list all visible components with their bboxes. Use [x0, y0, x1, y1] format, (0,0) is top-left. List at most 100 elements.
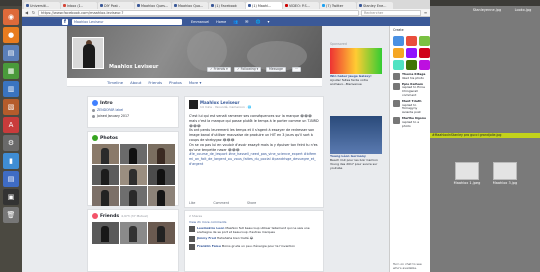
browser-search-input[interactable]: Rechercher	[361, 9, 421, 16]
photo-thumbnail[interactable]	[120, 144, 147, 164]
friend-requests-icon[interactable]: 👥	[233, 19, 238, 24]
photo-thumbnail[interactable]	[148, 144, 175, 164]
more-options-button[interactable]: ···	[292, 67, 302, 72]
browser-tab[interactable]: (7) Twitter	[320, 2, 356, 9]
browser-tab[interactable]: (1) Facebook	[209, 2, 245, 9]
favicon-icon	[248, 4, 251, 7]
share-button[interactable]: Share	[247, 201, 256, 205]
back-icon[interactable]: ◀	[24, 10, 29, 15]
browser-tab[interactable]: Maahlox Ques...	[135, 2, 171, 9]
settings-icon[interactable]: ⚙	[3, 135, 19, 151]
message-button[interactable]: Message	[266, 67, 286, 72]
settings-icon[interactable]: ▾	[268, 19, 270, 24]
facebook-logo-icon[interactable]: f	[62, 18, 68, 25]
app-shortcut-icon[interactable]	[419, 36, 430, 46]
ubuntu-dash-icon[interactable]: ◉	[3, 9, 19, 25]
ad-text[interactable]: Win haber jauge Galaxy! Ajouter faites fa…	[330, 74, 385, 86]
notification-item[interactable]: Epie Kalham replied to Ernie Chingwrall …	[390, 82, 430, 99]
app-icon[interactable]: ▤	[3, 171, 19, 187]
photo-thumbnail[interactable]	[120, 165, 147, 185]
ad-image[interactable]	[330, 116, 382, 155]
notification-item[interactable]: Marthe Ngono replied to a photo	[390, 116, 430, 129]
trash-icon[interactable]: 🗑	[3, 207, 19, 223]
app-shortcut-icon[interactable]	[406, 60, 417, 70]
tab-friends[interactable]: Friends	[148, 80, 162, 85]
facebook-user-link[interactable]: Emmanuel	[191, 20, 209, 24]
browser-tab[interactable]: Stanley Ene...	[357, 2, 393, 9]
browser-tab[interactable]: DIY Post -	[98, 2, 134, 9]
selected-file-label[interactable]: #MaahloxInStanley pro gucci grandjolie.j…	[430, 133, 540, 138]
photo-thumbnail[interactable]	[92, 186, 119, 206]
commenter-name[interactable]: Franklin Faleu	[197, 244, 221, 248]
desktop-file[interactable]: Stanleyenne.jpg	[470, 8, 504, 12]
messages-icon[interactable]: ✉	[245, 19, 248, 24]
commenter-avatar[interactable]	[189, 244, 195, 250]
browser-tab[interactable]: VIDEO: P.S...	[283, 2, 319, 9]
following-button[interactable]: ✓ Following ▾	[234, 67, 262, 72]
chat-turn-on-link[interactable]: Turn on chat to see who's available.	[393, 262, 429, 270]
intro-line[interactable]: ZENDOFAR label	[92, 108, 174, 112]
intro-card: Intro ZENDOFAR label Joined January 2017	[87, 96, 179, 128]
tab-more[interactable]: More ▾	[189, 80, 202, 85]
photo-thumbnail[interactable]	[120, 186, 147, 206]
profile-nav: Timeline About Friends Photos More ▾	[67, 78, 322, 87]
home-link[interactable]: Home	[216, 20, 226, 24]
browser-tab[interactable]: Universiti...	[24, 2, 60, 9]
profile-picture[interactable]	[72, 37, 104, 69]
like-button[interactable]: Like	[189, 201, 195, 205]
friend-thumbnail[interactable]	[148, 222, 175, 244]
facebook-search-input[interactable]: Maahlox Leviseur	[72, 18, 182, 25]
tab-label: (1) Maahl...	[252, 3, 272, 8]
notification-item[interactable]: Thema Kitaga liked his photo	[390, 72, 430, 82]
app-shortcut-icon[interactable]	[393, 60, 404, 70]
app-shortcut-icon[interactable]	[419, 60, 430, 70]
app-shortcut-icon[interactable]	[393, 48, 404, 58]
software-center-icon[interactable]: A	[3, 117, 19, 133]
globe-icon	[92, 100, 98, 106]
shares-count[interactable]: 2 Shares	[189, 214, 319, 218]
presentation-icon[interactable]: ▧	[3, 99, 19, 115]
friends-title[interactable]: Friends	[100, 214, 119, 219]
browser-tab-active[interactable]: (1) Maahl...	[246, 2, 282, 9]
photo-thumbnail[interactable]	[92, 165, 119, 185]
ad-text[interactable]: Young Léon Germany Beach Out pour les boi…	[330, 154, 385, 170]
app-shortcut-icon[interactable]	[406, 48, 417, 58]
files-icon[interactable]: ▤	[3, 45, 19, 61]
firefox-icon[interactable]: ●	[3, 27, 19, 43]
url-input[interactable]: https://www.facebook.com/maahlox.leviseu…	[38, 9, 359, 16]
friend-thumbnail[interactable]	[92, 222, 119, 244]
app-shortcut-icon[interactable]	[393, 36, 404, 46]
spreadsheet-icon[interactable]: ▦	[3, 63, 19, 79]
commenter-avatar[interactable]	[189, 226, 195, 232]
post-author-avatar[interactable]	[189, 100, 198, 109]
app-shortcut-icon[interactable]	[419, 48, 430, 58]
ad-image[interactable]	[330, 48, 382, 74]
notifications-icon[interactable]: 🌐	[256, 19, 261, 24]
terminal-icon[interactable]: ▮	[3, 153, 19, 169]
desktop-file[interactable]: Lookx.jpg	[506, 8, 540, 12]
friends-button[interactable]: ✓ Friends ▾	[207, 67, 231, 72]
photo-thumbnail[interactable]	[92, 144, 119, 164]
photo-thumbnail[interactable]	[148, 165, 175, 185]
desktop-file[interactable]: Maahlox 1.jpeg	[450, 162, 484, 185]
commenter-name[interactable]: Jimmy Fred	[197, 236, 216, 240]
document-icon[interactable]: ▥	[3, 81, 19, 97]
commenter-avatar[interactable]	[189, 236, 195, 242]
app-shortcut-icon[interactable]	[406, 36, 417, 46]
friend-thumbnail[interactable]	[120, 222, 147, 244]
photo-thumbnail[interactable]	[148, 186, 175, 206]
reload-icon[interactable]: ↻	[31, 10, 36, 15]
tab-about[interactable]: About	[130, 80, 141, 85]
notification-item[interactable]: Mant Tduth replied to Tomagyny Aviante p…	[390, 99, 430, 116]
comment-button[interactable]: Comment	[213, 201, 229, 205]
browser-tab[interactable]: Inbox (1..	[61, 2, 97, 9]
tab-photos[interactable]: Photos	[169, 80, 182, 85]
browser-tab[interactable]: Maahlox Quo...	[172, 2, 208, 9]
menu-icon[interactable]: ≡	[423, 10, 428, 15]
post-hashtags[interactable]: #le_course_de_lesport #ne_hassell_need_p…	[189, 152, 319, 166]
app-icon[interactable]: ▣	[3, 189, 19, 205]
photos-title[interactable]: Photos	[100, 136, 118, 141]
view-more-comments-link[interactable]: View 21 more comments	[189, 220, 319, 224]
desktop-file[interactable]: Maahlox 3.jpg	[488, 162, 522, 185]
tab-timeline[interactable]: Timeline	[107, 80, 123, 85]
